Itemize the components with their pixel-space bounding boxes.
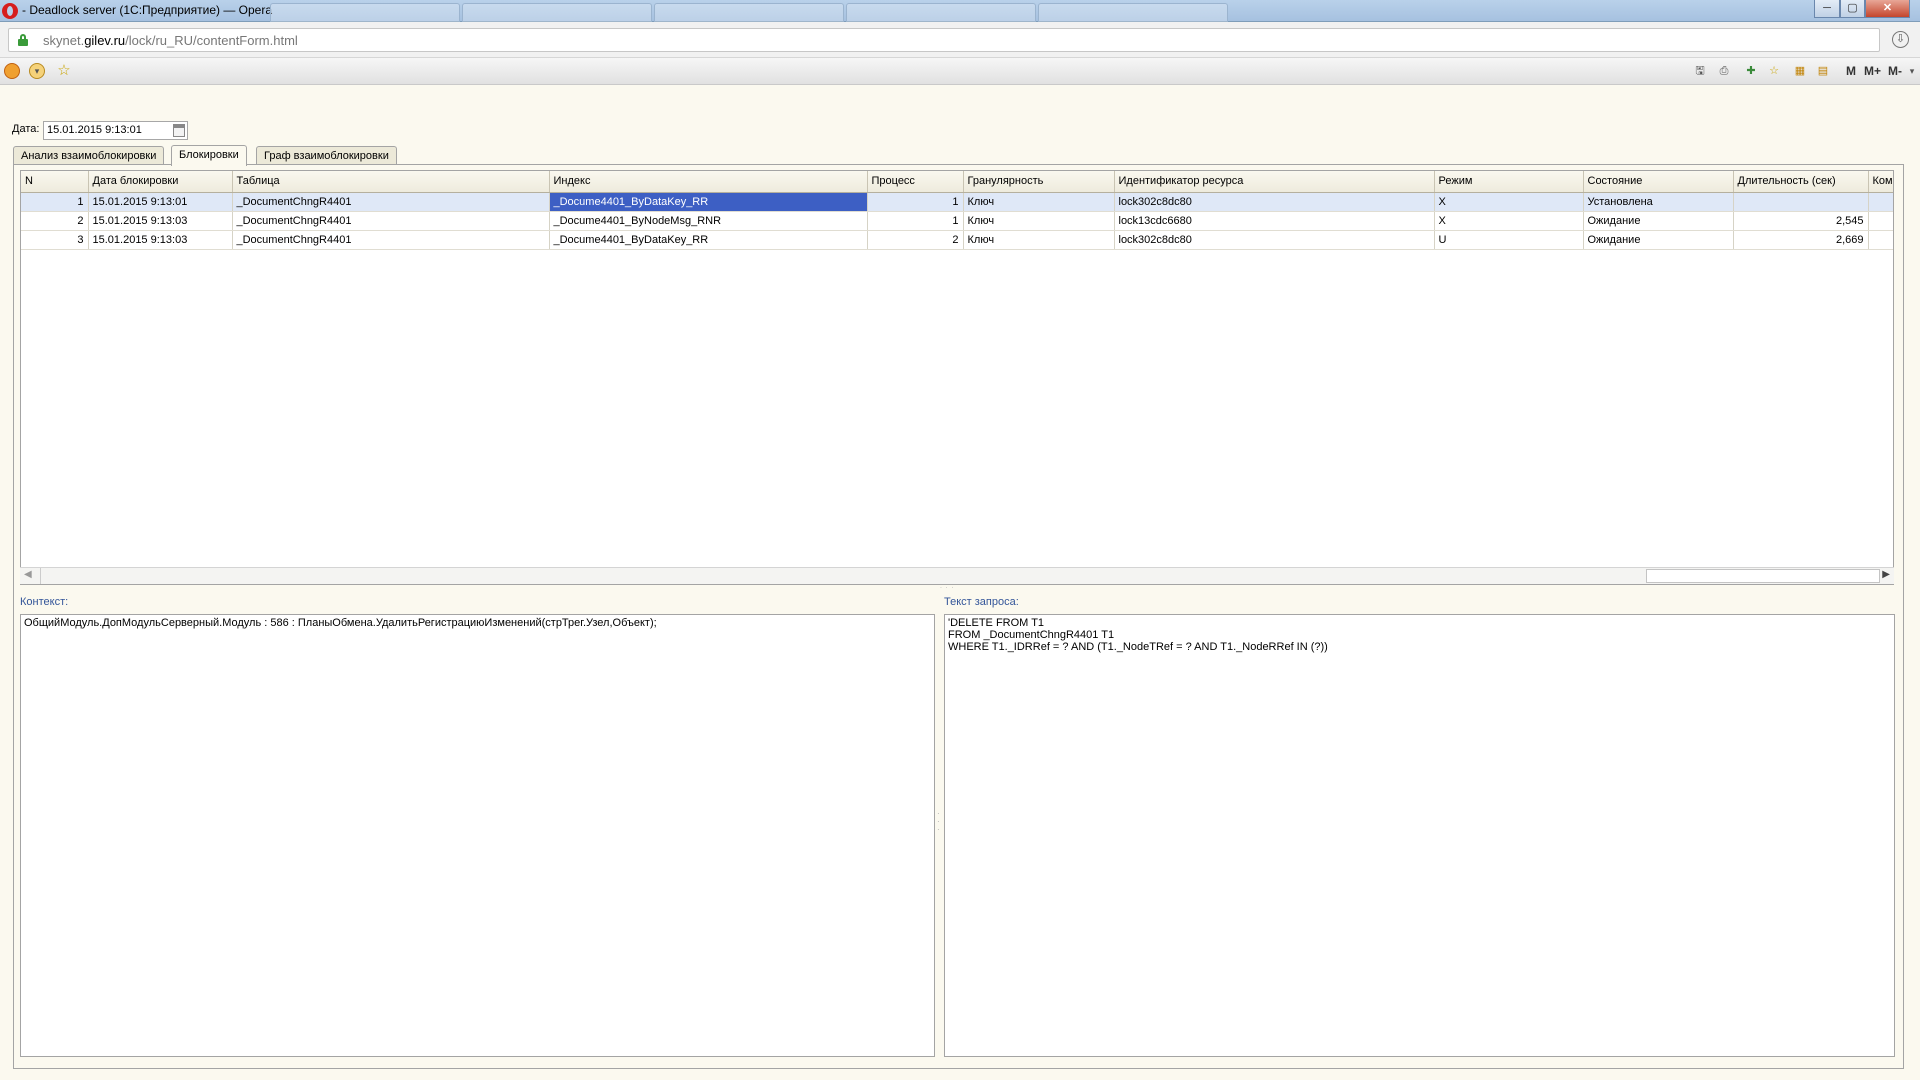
browser-tab[interactable] [654, 3, 844, 22]
table-row[interactable]: 1 15.01.2015 9:13:01 _DocumentChngR4401 … [21, 192, 1893, 212]
favorites-icon[interactable]: ☆ [1765, 63, 1783, 79]
column-header-index[interactable]: Индекс [549, 171, 868, 193]
cell-table: _DocumentChngR4401 [232, 211, 550, 231]
cell-n: 2 [21, 211, 89, 231]
date-value: 15.01.2015 9:13:01 [47, 124, 142, 136]
tab-locks[interactable]: Блокировки [171, 145, 247, 166]
cell-resource-id: lock302c8dc80 [1114, 230, 1435, 250]
add-favorite-icon[interactable]: ✚ [1742, 63, 1760, 79]
url-field[interactable]: skynet.gilev.ru/lock/ru_RU/contentForm.h… [8, 28, 1880, 52]
browser-tab[interactable] [462, 3, 652, 22]
print-icon[interactable]: ⎙ [1715, 63, 1733, 79]
url-prefix: skynet. [43, 33, 85, 48]
column-header-mode[interactable]: Режим [1434, 171, 1584, 193]
cell-table: _DocumentChngR4401 [232, 230, 550, 250]
cell-comment [1868, 230, 1893, 250]
address-bar: skynet.gilev.ru/lock/ru_RU/contentForm.h… [0, 22, 1920, 58]
cell-n: 1 [21, 192, 89, 212]
cell-duration: 2,545 [1733, 211, 1869, 231]
cell-mode: U [1434, 230, 1584, 250]
table-row[interactable]: 2 15.01.2015 9:13:03 _DocumentChngR4401 … [21, 211, 1893, 231]
query-text-field[interactable]: 'DELETE FROM T1 FROM _DocumentChngR4401 … [944, 614, 1895, 1057]
horizontal-splitter[interactable]: ˙˙˙ [940, 586, 970, 595]
cell-granularity: Ключ [963, 192, 1115, 212]
column-header-n[interactable]: N [21, 171, 89, 193]
app-toolbar: ▾ ☆ 🖫 ⎙ ✚ ☆ ▦ ▤ M M+ M- ▾ [0, 58, 1920, 85]
browser-tab[interactable] [1038, 3, 1228, 22]
column-header-process[interactable]: Процесс [867, 171, 964, 193]
date-label: Дата: [12, 123, 40, 135]
query-label: Текст запроса: [944, 596, 1019, 608]
cell-comment [1868, 211, 1893, 231]
column-header-comment[interactable]: Комм [1868, 171, 1893, 193]
vertical-splitter[interactable]: · · · [937, 810, 942, 840]
column-header-lock-date[interactable]: Дата блокировки [88, 171, 233, 193]
calendar-picker-icon[interactable] [173, 124, 185, 137]
column-header-resource-id[interactable]: Идентификатор ресурса [1114, 171, 1435, 193]
more-chevron-icon[interactable]: ▾ [1906, 63, 1918, 79]
cell-index: _Docume4401_ByDataKey_RR [549, 230, 868, 250]
cell-lock-date: 15.01.2015 9:13:03 [88, 230, 233, 250]
download-icon[interactable]: ⇩ [1892, 31, 1909, 48]
cell-resource-id: lock302c8dc80 [1114, 192, 1435, 212]
table-row[interactable]: 3 15.01.2015 9:13:03 _DocumentChngR4401 … [21, 230, 1893, 250]
cell-resource-id: lock13cdc6680 [1114, 211, 1435, 231]
cell-state: Ожидание [1583, 211, 1734, 231]
url-host: gilev.ru [84, 33, 126, 48]
tab-deadlock-analysis[interactable]: Анализ взаимоблокировки [13, 146, 165, 165]
table-header-row: N Дата блокировки Таблица Индекс Процесс… [21, 171, 1893, 193]
main-menu-icon[interactable]: ▾ [29, 63, 45, 79]
cell-state: Установлена [1583, 192, 1734, 212]
cell-process: 2 [867, 230, 964, 250]
cell-granularity: Ключ [963, 211, 1115, 231]
cell-granularity: Ключ [963, 230, 1115, 250]
scroll-right-icon[interactable]: ▶ [1882, 569, 1890, 580]
cell-mode: X [1434, 211, 1584, 231]
cell-index[interactable]: _Docume4401_ByDataKey_RR [549, 192, 868, 212]
cell-duration: 2,669 [1733, 230, 1869, 250]
context-label: Контекст: [20, 596, 69, 608]
calendar-icon[interactable]: ▤ [1814, 63, 1832, 79]
memory-button[interactable]: M [1846, 64, 1856, 78]
memory-add-button[interactable]: M+ [1864, 64, 1881, 78]
window-titlebar: - Deadlock server (1С:Предприятие) — Ope… [0, 0, 1920, 22]
browser-tab[interactable] [270, 3, 460, 22]
column-header-granularity[interactable]: Гранулярность [963, 171, 1115, 193]
lock-icon [18, 34, 28, 46]
scrollbar-thumb[interactable] [1646, 569, 1880, 583]
scroll-left-icon[interactable]: ◀ [24, 569, 32, 580]
cell-process: 1 [867, 211, 964, 231]
cell-index: _Docume4401_ByNodeMsg_RNR [549, 211, 868, 231]
horizontal-scrollbar[interactable]: ◀ ▶ [20, 567, 1894, 584]
locks-table[interactable]: N Дата блокировки Таблица Индекс Процесс… [20, 170, 1894, 585]
favorites-star-icon[interactable]: ☆ [55, 63, 73, 79]
browser-tab[interactable] [846, 3, 1036, 22]
cell-table: _DocumentChngR4401 [232, 192, 550, 212]
cell-n: 3 [21, 230, 89, 250]
url-path: /lock/ru_RU/contentForm.html [125, 33, 298, 48]
tab-deadlock-graph[interactable]: Граф взаимоблокировки [256, 146, 397, 165]
cell-state: Ожидание [1583, 230, 1734, 250]
1c-logo-icon[interactable] [4, 63, 20, 79]
date-field[interactable]: 15.01.2015 9:13:01 [43, 121, 188, 140]
close-button[interactable]: ✕ [1865, 0, 1910, 18]
cell-lock-date: 15.01.2015 9:13:03 [88, 211, 233, 231]
opera-logo-icon [2, 3, 18, 19]
save-icon[interactable]: 🖫 [1691, 63, 1709, 79]
memory-subtract-button[interactable]: M- [1888, 64, 1902, 78]
cell-comment [1868, 192, 1893, 212]
calculator-icon[interactable]: ▦ [1791, 63, 1809, 79]
cell-duration [1733, 192, 1869, 212]
maximize-button[interactable]: ▢ [1840, 0, 1865, 18]
cell-process: 1 [867, 192, 964, 212]
column-header-table[interactable]: Таблица [232, 171, 550, 193]
window-title: - Deadlock server (1С:Предприятие) — Ope… [22, 3, 273, 17]
column-header-state[interactable]: Состояние [1583, 171, 1734, 193]
minimize-button[interactable]: ─ [1814, 0, 1840, 18]
url-text[interactable]: skynet.gilev.ru/lock/ru_RU/contentForm.h… [43, 33, 298, 48]
cell-lock-date: 15.01.2015 9:13:01 [88, 192, 233, 212]
context-text-field[interactable]: ОбщийМодуль.ДопМодульСерверный.Модуль : … [20, 614, 935, 1057]
column-header-duration[interactable]: Длительность (сек) [1733, 171, 1869, 193]
cell-mode: X [1434, 192, 1584, 212]
